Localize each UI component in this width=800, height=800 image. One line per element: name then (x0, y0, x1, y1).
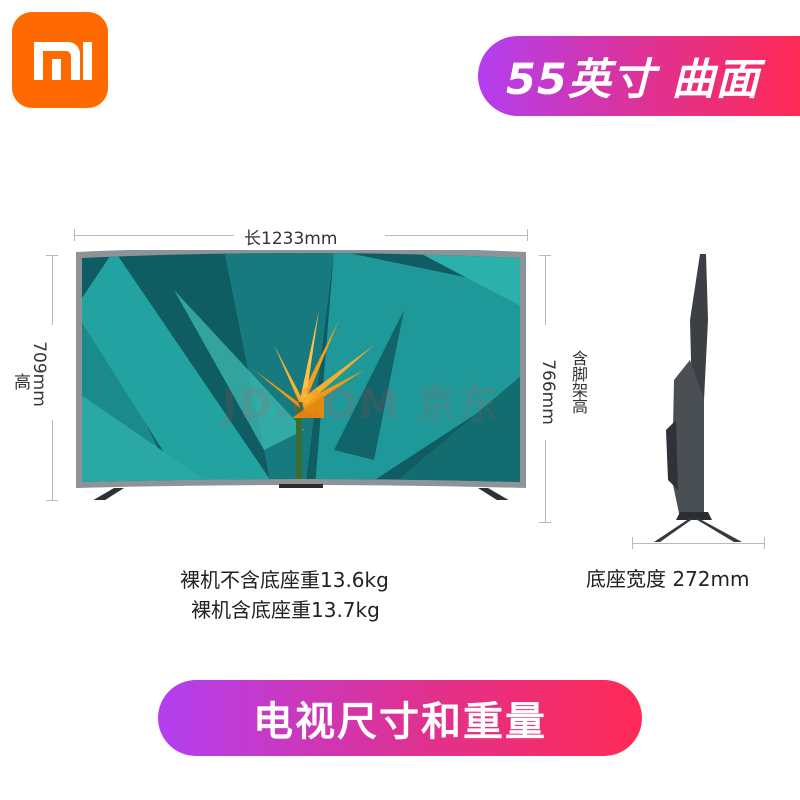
base-width-line (632, 543, 764, 544)
title-badge-text: 电视尺寸和重量 (253, 699, 547, 745)
mi-logo (12, 12, 108, 108)
height-mm-label: 709mm (28, 341, 49, 407)
length-label: 长1233mm (244, 229, 338, 249)
title-badge: 电视尺寸和重量 (158, 680, 642, 756)
side-stand-back-leg (694, 518, 742, 542)
tv-stand-left (93, 488, 124, 500)
tv-side-illustration (654, 254, 742, 542)
base-width-tick-left (632, 537, 633, 549)
length-line-left (74, 235, 234, 236)
mi-logo-icon (34, 42, 92, 80)
base-width-tick-right (764, 537, 765, 549)
size-badge-text: 55英寸 曲面 (506, 55, 760, 105)
height-tick-top (46, 255, 58, 256)
stand-height-tick-top (539, 255, 551, 256)
height-line-bottom (52, 420, 53, 500)
length-line-right (385, 235, 528, 236)
side-stand-front-leg (654, 518, 694, 542)
length-tick-left (74, 229, 75, 241)
tv-stand-right (478, 488, 509, 500)
stand-height-line-bottom (545, 440, 546, 522)
stand-height-line-top (545, 255, 546, 325)
height-label: 高 (14, 373, 31, 393)
weight-with-base: 裸机含底座重13.7kg (191, 598, 380, 622)
base-width-label: 底座宽度 272mm (586, 567, 750, 591)
stand-height-label: 含脚架高 (569, 350, 588, 414)
size-badge: 55英寸 曲面 (478, 36, 800, 116)
stand-height-tick-bottom (539, 522, 551, 523)
height-tick-bottom (46, 500, 58, 501)
weight-without-base: 裸机不含底座重13.6kg (180, 568, 389, 592)
height-line-top (52, 255, 53, 325)
length-tick-right (527, 229, 528, 241)
watermark: JD.COM 京东 (222, 382, 501, 428)
stand-height-mm-label: 766mm (537, 359, 558, 425)
